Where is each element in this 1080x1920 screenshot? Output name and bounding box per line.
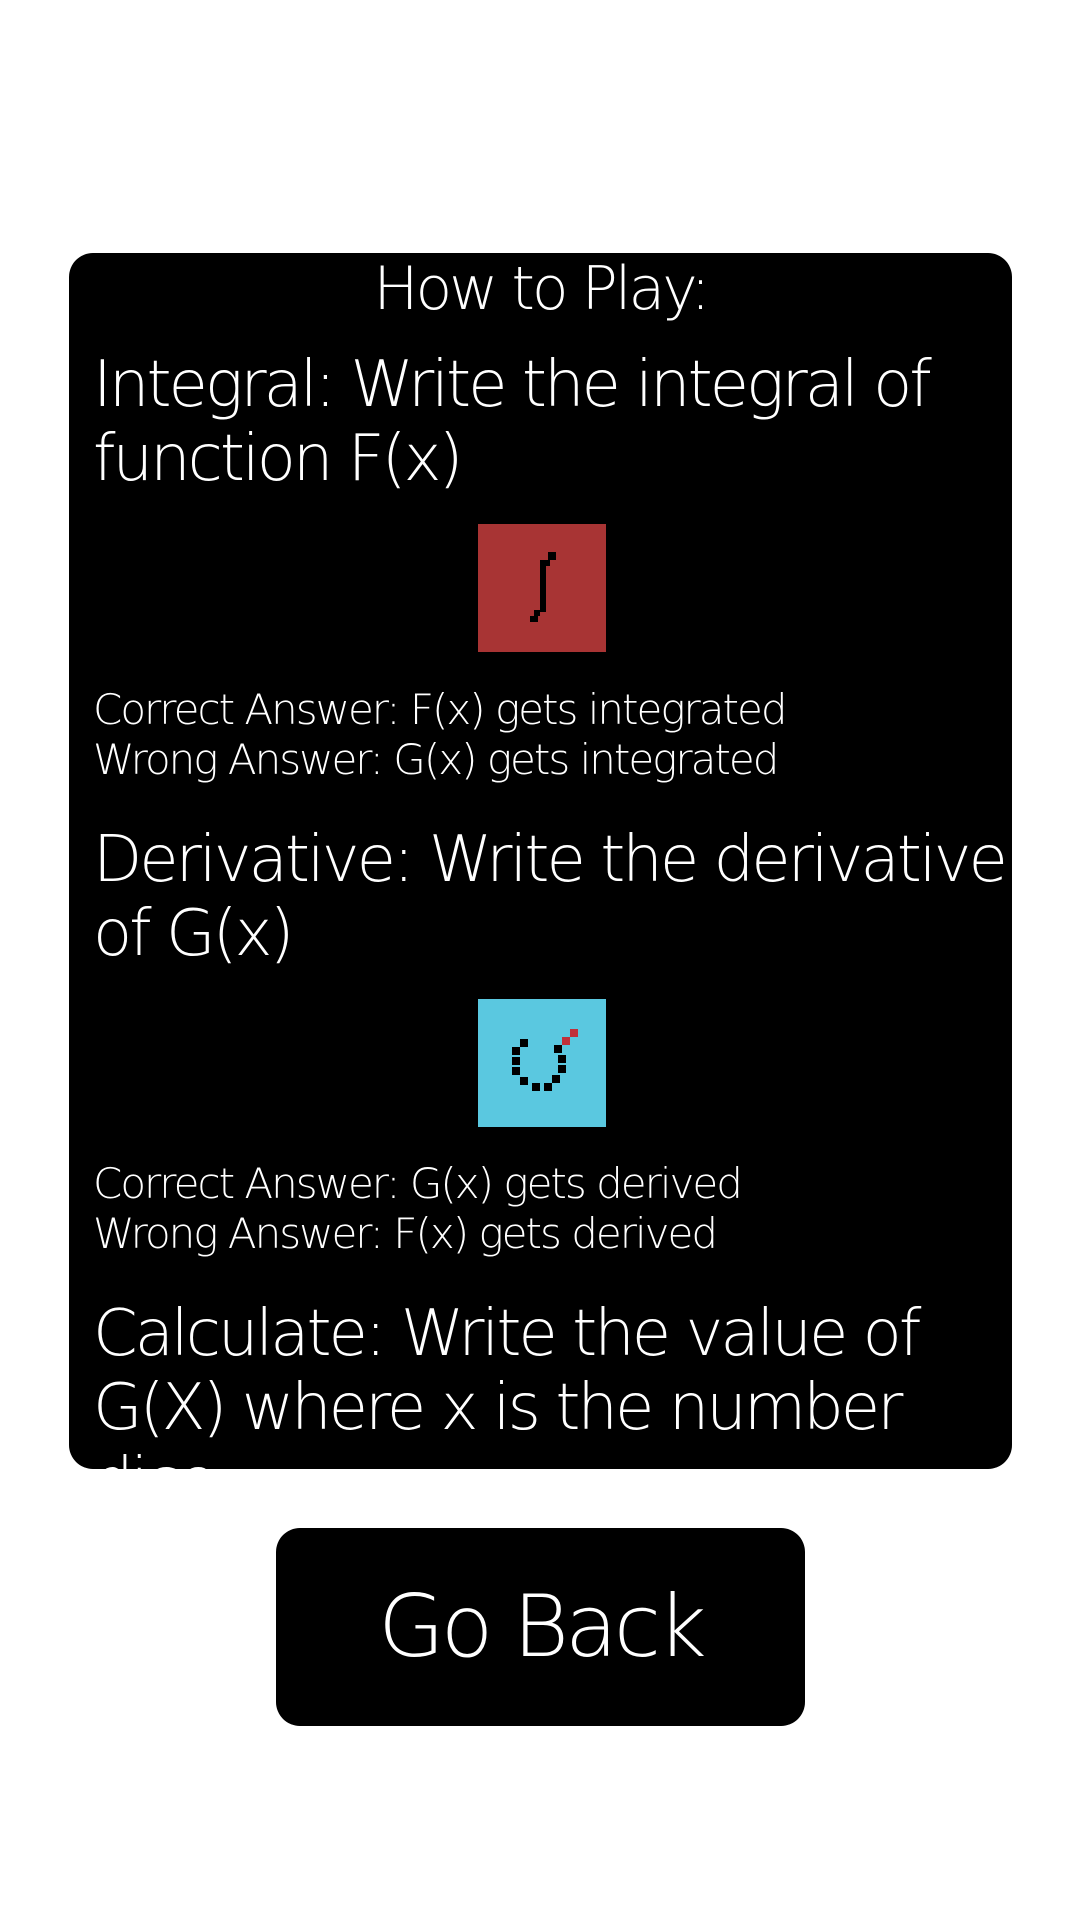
derivative-icon [478,999,606,1127]
derivative-wrong-text: Wrong Answer: F(x) gets derived [93,1209,718,1258]
calculate-heading-line-3: dice [93,1445,993,1469]
integral-wrong-text: Wrong Answer: G(x) gets integrated [93,735,779,784]
calculate-heading: Calculate: Write the value of G(X) where… [93,1297,993,1469]
derivative-heading-line-1: Derivative: Write the derivative [93,823,1008,897]
panel-title: How to Play: [373,254,710,324]
calculate-heading-line-2: G(X) where x is the number [93,1371,903,1445]
integral-correct-text: Correct Answer: F(x) gets integrated [93,685,788,734]
integral-heading: Integral: Write the integral of function… [93,348,993,496]
integral-heading-line-2: function F(x) [93,422,463,496]
integral-icon [478,524,606,652]
integral-rules: Correct Answer: F(x) gets integrated Wro… [93,685,993,785]
go-back-label: Go Back [378,1577,707,1677]
derivative-heading: Derivative: Write the derivative of G(x) [93,823,1008,971]
go-back-button[interactable]: Go Back [276,1528,805,1726]
derivative-heading-line-2: of G(x) [93,897,294,971]
integral-heading-line-1: Integral: Write the integral of [93,348,932,422]
derivative-correct-text: Correct Answer: G(x) gets derived [93,1159,743,1208]
derivative-rules: Correct Answer: G(x) gets derived Wrong … [93,1159,993,1259]
how-to-play-panel[interactable]: How to Play: Integral: Write the integra… [69,253,1012,1469]
calculate-heading-line-1: Calculate: Write the value of [93,1297,921,1371]
